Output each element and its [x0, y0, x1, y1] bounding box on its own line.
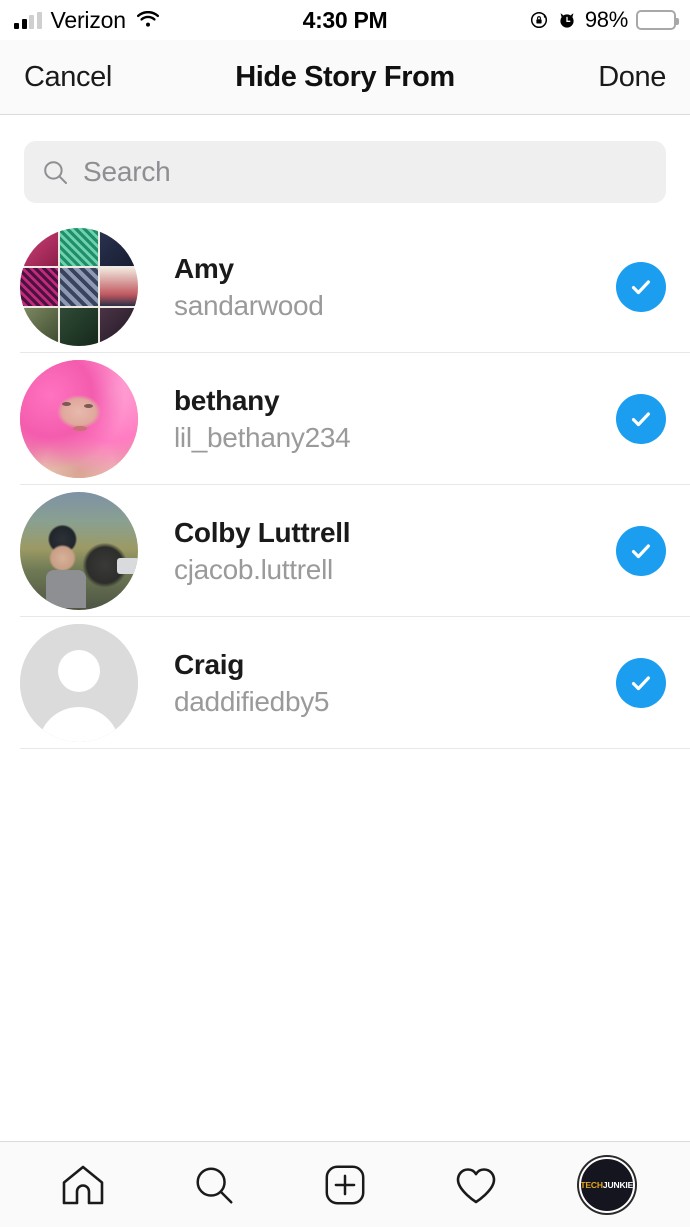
- avatar-collage-image: [20, 228, 138, 346]
- selected-checkmark-toggle[interactable]: [616, 526, 666, 576]
- battery-percent-label: 98%: [584, 7, 628, 32]
- user-fullname: bethany: [174, 385, 280, 417]
- app-root: Verizon 4:30 PM 98% Cancel Hide Story Fr…: [0, 0, 690, 1227]
- list-item[interactable]: Amy sandarwood: [0, 221, 690, 353]
- search-input[interactable]: [83, 156, 648, 188]
- done-button[interactable]: Done: [598, 61, 666, 94]
- selected-checkmark-toggle[interactable]: [616, 262, 666, 312]
- cancel-button[interactable]: Cancel: [24, 61, 112, 94]
- page-title: Hide Story From: [235, 60, 455, 93]
- profile-tab[interactable]: TECHJUNKIE: [567, 1153, 647, 1217]
- user-fullname: Craig: [174, 649, 245, 681]
- search-icon: [191, 1162, 237, 1208]
- user-text: Amy sandarwood: [174, 254, 616, 320]
- user-text: Craig daddifiedby5: [174, 650, 616, 716]
- list-item[interactable]: Colby Luttrell cjacob.luttrell: [0, 485, 690, 617]
- avatar: [20, 492, 138, 610]
- list-item[interactable]: bethany lil_bethany234: [0, 353, 690, 485]
- user-list: Amy sandarwood bethany lil_bethany234 Co…: [0, 221, 690, 1141]
- avatar: [20, 360, 138, 478]
- user-fullname: Amy: [174, 253, 234, 285]
- user-fullname: Colby Luttrell: [174, 517, 351, 549]
- avatar: [20, 228, 138, 346]
- signal-bars-icon: [14, 11, 42, 29]
- search-icon: [42, 159, 69, 186]
- carrier-label: Verizon: [50, 6, 127, 33]
- activity-tab[interactable]: [436, 1153, 516, 1217]
- search-field[interactable]: [24, 141, 666, 203]
- status-bar: Verizon 4:30 PM 98%: [0, 0, 690, 40]
- wifi-icon: [136, 11, 160, 29]
- user-username: lil_bethany234: [174, 421, 351, 453]
- user-username: cjacob.luttrell: [174, 553, 333, 585]
- add-post-tab[interactable]: [305, 1153, 385, 1217]
- selected-checkmark-toggle[interactable]: [616, 394, 666, 444]
- battery-icon: [636, 10, 679, 30]
- user-username: sandarwood: [174, 289, 324, 321]
- default-avatar-icon: [20, 624, 138, 742]
- avatar-photo-image: [20, 492, 138, 610]
- search-tab[interactable]: [174, 1153, 254, 1217]
- user-text: Colby Luttrell cjacob.luttrell: [174, 518, 616, 584]
- user-username: daddifiedby5: [174, 685, 330, 717]
- user-text: bethany lil_bethany234: [174, 386, 616, 452]
- avatar-photo-image: [20, 360, 138, 478]
- selected-checkmark-toggle[interactable]: [616, 658, 666, 708]
- list-item[interactable]: Craig daddifiedby5: [0, 617, 690, 749]
- search-section: [0, 115, 690, 221]
- avatar: [20, 624, 138, 742]
- profile-avatar-icon: TECHJUNKIE: [578, 1156, 635, 1213]
- status-bar-right: 98%: [529, 7, 679, 33]
- home-icon: [59, 1161, 107, 1209]
- nav-bar: Cancel Hide Story From Done: [0, 40, 690, 115]
- home-tab[interactable]: [43, 1153, 123, 1217]
- heart-icon: [452, 1161, 500, 1209]
- profile-avatar-text-b: JUNKIE: [602, 1179, 633, 1190]
- plus-square-icon: [322, 1162, 368, 1208]
- status-bar-left: Verizon: [14, 7, 160, 34]
- profile-avatar-text-a: TECH: [580, 1179, 603, 1190]
- tab-bar: TECHJUNKIE: [0, 1141, 690, 1227]
- rotation-lock-icon: [529, 10, 549, 30]
- alarm-clock-icon: [557, 10, 577, 30]
